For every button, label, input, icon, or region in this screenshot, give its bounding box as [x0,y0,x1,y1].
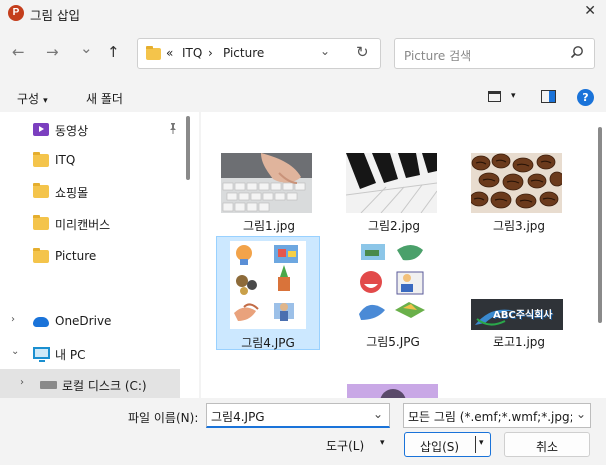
thumbnail-clipart [230,241,306,329]
file-name: 그림1.jpg [242,219,296,233]
sidebar-scrollbar[interactable] [186,116,190,180]
tools-button[interactable]: 도구(L) [326,437,364,454]
sidebar-item-local-disk[interactable]: › 로컬 디스크 (C:) [0,369,180,398]
folder-icon [146,46,161,60]
command-bar: 구성 ▾ 새 폴더 ▾ ? [0,82,606,112]
title-bar: P 그림 삽입 ✕ [0,0,606,26]
sidebar-item-picture[interactable]: Picture [0,241,180,271]
thumbnail-piano [346,153,437,213]
recent-locations-icon[interactable]: ⌄ [80,39,93,57]
sidebar-item-label: 로컬 디스크 (C:) [62,379,147,393]
pc-icon [33,347,50,362]
up-arrow-icon[interactable]: ↑ [107,43,120,61]
sidebar-item-label: 미리캔버스 [55,218,111,232]
navigation-bar: ← → ⌄ ↑ « ITQ › Picture ⌄ ↻ Picture 검색 [0,26,606,82]
folder-icon [33,183,49,198]
insert-button[interactable]: 삽입(S) ▾ [404,432,491,457]
back-arrow-icon[interactable]: ← [12,43,25,61]
sidebar-item-onedrive[interactable]: › OneDrive [0,306,180,336]
breadcrumb-separator: › [208,46,213,60]
video-icon [33,123,49,136]
refresh-icon[interactable]: ↻ [356,43,369,61]
sidebar-item-label: 내 PC [55,348,86,362]
chevron-down-icon[interactable]: ⌄ [320,44,330,58]
sidebar-item-label: 동영상 [55,124,89,138]
chevron-right-icon[interactable]: › [11,314,15,325]
thumbnail-logo: ABC주식회사 [471,299,563,330]
breadcrumb-picture[interactable]: Picture [223,46,264,60]
file-item[interactable]: ABC주식회사 로고1.jpg [467,236,571,350]
file-list-scrollbar[interactable] [598,127,602,323]
filename-value[interactable]: 그림4.JPG [211,408,265,425]
insert-label: 삽입(S) [420,440,460,454]
chevron-down-icon[interactable]: ⌄ [572,404,590,427]
sidebar-item-miricanvas[interactable]: 미리캔버스 [0,208,180,238]
sidebar-item-label: ITQ [55,153,76,167]
close-button[interactable]: ✕ [584,3,596,19]
sidebar-item-label: OneDrive [55,314,112,328]
cancel-label: 취소 [535,440,559,454]
chevron-right-icon[interactable]: › [20,377,24,388]
caret-down-icon: ▾ [43,96,48,106]
help-icon[interactable]: ? [577,89,594,106]
cancel-button[interactable]: 취소 [504,432,590,457]
view-mode-icon[interactable] [488,91,501,102]
window-title: 그림 삽입 [30,8,80,23]
organize-label: 구성 [17,92,40,106]
filename-field[interactable]: 그림4.JPG ⌄ [206,403,390,428]
sidebar-item-itq[interactable]: ITQ [0,145,180,175]
search-icon[interactable] [570,45,584,59]
sidebar-item-videos[interactable]: 동영상 [0,114,180,144]
cloud-icon [33,317,49,327]
search-box[interactable]: Picture 검색 [394,38,595,69]
file-name: 그림4.JPG [241,336,295,350]
split-divider [475,436,476,453]
sidebar-item-label: 쇼핑몰 [55,186,89,200]
chevron-down-icon[interactable]: ⌄ [11,346,19,357]
dialog-footer: 파일 이름(N): 그림4.JPG ⌄ 모든 그림 (*.emf;*.wmf;*… [0,398,606,465]
sidebar-item-this-pc[interactable]: ⌄ 내 PC [0,338,180,368]
navigation-pane: 동영상 ITQ 쇼핑몰 미리캔버스 Picture › OneDrive ⌄ 내… [0,112,199,398]
new-folder-button[interactable]: 새 폴더 [86,90,123,107]
address-overflow[interactable]: « [166,46,173,60]
folder-icon [33,215,49,230]
file-item[interactable]: 그림5.JPG [341,236,445,350]
thumbnail-keyboard [221,153,312,213]
file-name: 그림3.jpg [492,219,546,233]
thumbnail-coffee [471,153,562,213]
powerpoint-icon: P [8,5,24,21]
chevron-down-icon[interactable]: ⌄ [373,407,383,421]
caret-down-icon[interactable]: ▾ [479,438,484,448]
forward-arrow-icon[interactable]: → [46,43,59,61]
drive-icon [40,381,57,389]
file-type-value: 모든 그림 (*.emf;*.wmf;*.jpg;*.jpeg;* [408,410,590,424]
caret-down-icon[interactable]: ▾ [511,91,516,101]
thumbnail-partial[interactable] [347,384,438,398]
file-name: 그림5.JPG [366,335,420,349]
file-type-select[interactable]: 모든 그림 (*.emf;*.wmf;*.jpg;*.jpeg;* ⌄ [403,403,591,428]
file-name: 로고1.jpg [492,335,546,349]
sidebar-item-label: Picture [55,249,97,263]
folder-icon [33,152,49,167]
search-input[interactable]: Picture 검색 [404,47,471,64]
thumbnail-clipart [355,240,431,328]
address-bar[interactable]: « ITQ › Picture ⌄ ↻ [137,38,381,69]
file-list: 그림1.jpg 그림2.jpg 그림3.jpg 그림4.JPG 그림5.JPG … [201,112,606,398]
filename-label: 파일 이름(N): [128,411,199,425]
organize-button[interactable]: 구성 ▾ [17,90,48,107]
file-name: 그림2.jpg [367,219,421,233]
preview-pane-icon[interactable] [541,90,556,103]
breadcrumb-itq[interactable]: ITQ [182,46,202,60]
caret-down-icon[interactable]: ▾ [380,438,385,448]
folder-icon [33,248,49,263]
file-item[interactable]: 그림4.JPG [216,236,320,350]
pin-icon [168,123,178,137]
logo-text: ABC주식회사 [493,310,553,321]
sidebar-item-shoppingmall[interactable]: 쇼핑몰 [0,176,180,206]
